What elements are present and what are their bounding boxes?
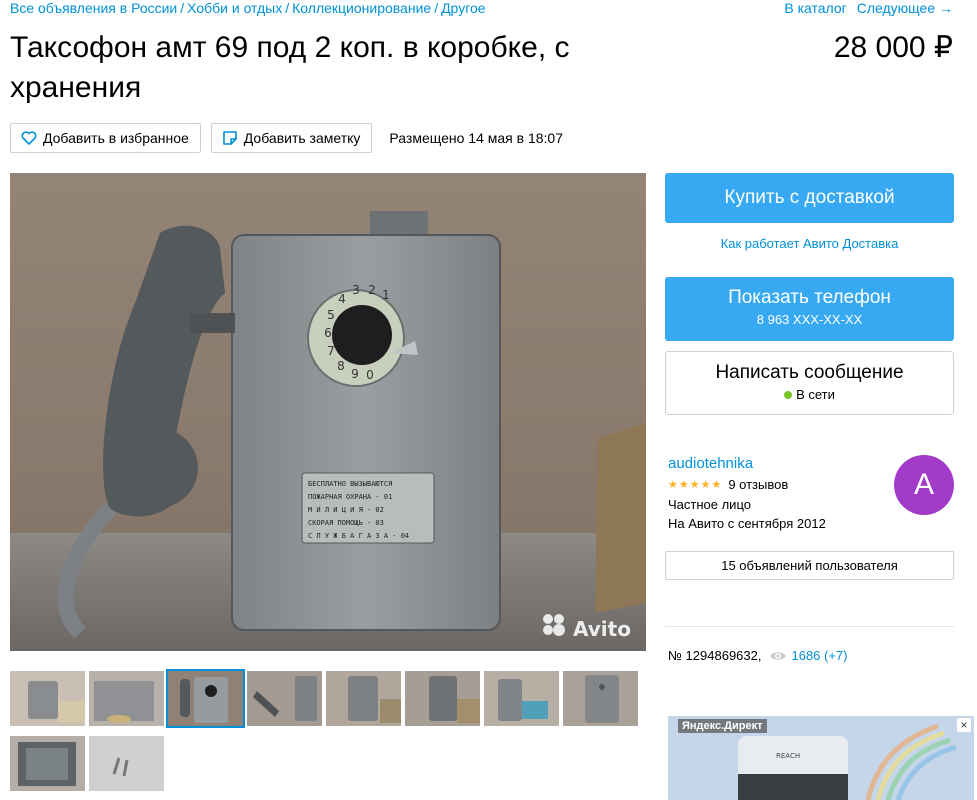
breadcrumb: Все объявления в России / Хобби и отдых / Ко…: [10, 0, 486, 16]
plate-line: С Л У Ж Б А Г А З А - 04: [308, 532, 409, 540]
reviews-link[interactable]: 9 отзывов: [728, 477, 788, 492]
user-ads-button[interactable]: 15 объявлений пользователя: [665, 551, 954, 580]
plate-line: СКОРАЯ ПОМОЩЬ - 03: [308, 519, 384, 527]
breadcrumb-all[interactable]: Все объявления в России: [10, 0, 177, 16]
thumbnail[interactable]: [563, 671, 638, 726]
breadcrumb-other[interactable]: Другое: [441, 0, 485, 16]
online-dot-icon: [784, 391, 793, 399]
ad-product-badge: REACH: [776, 752, 800, 760]
divider: [665, 626, 954, 627]
delivery-info-link[interactable]: Как работает Авито Доставка: [665, 236, 954, 253]
thumbnail[interactable]: [89, 736, 164, 791]
dial-digit: 7: [327, 344, 335, 358]
plate-line: БЕСПЛАТНО ВЫЗЫВАЮТСЯ: [308, 480, 392, 488]
price: 28 000 ₽: [833, 31, 953, 64]
ad-label: Яндекс.Директ: [678, 719, 767, 733]
plate-line: ПОЖАРНАЯ ОХРАНА - 01: [308, 493, 392, 501]
thumbnail[interactable]: [10, 736, 85, 791]
thumbnail[interactable]: [326, 671, 401, 726]
avatar[interactable]: A: [894, 455, 954, 515]
sidebar: Купить с доставкой Как работает Авито До…: [665, 173, 954, 415]
next-link[interactable]: Следующее →: [857, 0, 953, 16]
online-label: В сети: [796, 387, 835, 402]
plate-line: М И Л И Ц И Я - 02: [308, 506, 384, 514]
avito-watermark: Avito: [573, 617, 631, 641]
note-icon: [222, 131, 237, 145]
views-label: 1686 (+7): [791, 648, 848, 663]
eye-icon: [770, 651, 787, 660]
breadcrumb-separator: /: [180, 0, 185, 16]
write-message-label: Написать сообщение: [715, 362, 904, 383]
breadcrumb-collecting[interactable]: Коллекционирование: [292, 0, 431, 16]
dial-digit: 9: [351, 367, 359, 381]
thumbnail[interactable]: [10, 671, 85, 726]
listing-meta: № 1294869632, 1686 (+7): [668, 648, 848, 663]
page-title: Таксофон амт 69 под 2 коп. в коробке, с …: [10, 31, 570, 104]
dial-digit: 1: [382, 288, 390, 302]
thumbnail[interactable]: [484, 671, 559, 726]
dial-digit: 8: [337, 359, 345, 373]
heart-icon: [21, 131, 37, 145]
dial-digit: 2: [368, 283, 376, 297]
write-message-button[interactable]: Написать сообщение В сети: [665, 351, 954, 415]
add-favorite-button[interactable]: Добавить в избранное: [10, 123, 201, 153]
breadcrumb-hobby[interactable]: Хобби и отдых: [187, 0, 282, 16]
add-note-label: Добавить заметку: [243, 130, 361, 146]
dial-digit: 4: [338, 292, 346, 306]
show-phone-label: Показать телефон: [728, 287, 891, 308]
thumbnail-active[interactable]: [166, 669, 245, 728]
dial-digit: 0: [366, 368, 374, 382]
views-count[interactable]: 1686 (+7): [769, 648, 848, 663]
main-photo[interactable]: 1 2 3 4 5 6 7 8 9 0 БЕСПЛАТНО ВЫЗЫВАЮТСЯ…: [10, 173, 646, 651]
catalog-link[interactable]: В каталог: [784, 0, 846, 16]
dial-digit: 6: [324, 326, 332, 340]
thumbnail[interactable]: [89, 671, 164, 726]
thumbnail[interactable]: [247, 671, 322, 726]
listing-nav: В каталог Следующее →: [774, 0, 953, 16]
breadcrumb-separator: /: [434, 0, 439, 16]
thumbnail[interactable]: [405, 671, 480, 726]
seller-since: На Авито с сентября 2012: [668, 516, 826, 531]
dial-digit: 3: [352, 283, 360, 297]
yandex-direct-ad[interactable]: REACH Яндекс.Директ ×: [668, 716, 974, 800]
dial-digit: 5: [327, 308, 335, 322]
close-icon[interactable]: ×: [957, 718, 971, 732]
buy-with-delivery-button[interactable]: Купить с доставкой: [665, 173, 954, 223]
rating-stars-icon: ★★★★★: [668, 479, 723, 491]
show-phone-button[interactable]: Показать телефон 8 963 XXX-XX-XX: [665, 277, 954, 341]
add-favorite-label: Добавить в избранное: [43, 130, 189, 146]
payphone-photo: 1 2 3 4 5 6 7 8 9 0 БЕСПЛАТНО ВЫЗЫВАЮТСЯ…: [10, 173, 646, 651]
add-note-button[interactable]: Добавить заметку: [210, 123, 373, 153]
listing-id: № 1294869632,: [668, 648, 762, 663]
online-status: В сети: [666, 386, 953, 403]
listing-actions: Добавить в избранное Добавить заметку Ра…: [10, 123, 563, 153]
phone-number: 8 963 XXX-XX-XX: [756, 312, 863, 327]
breadcrumb-separator: /: [285, 0, 290, 16]
posted-date: Размещено 14 мая в 18:07: [389, 130, 563, 146]
